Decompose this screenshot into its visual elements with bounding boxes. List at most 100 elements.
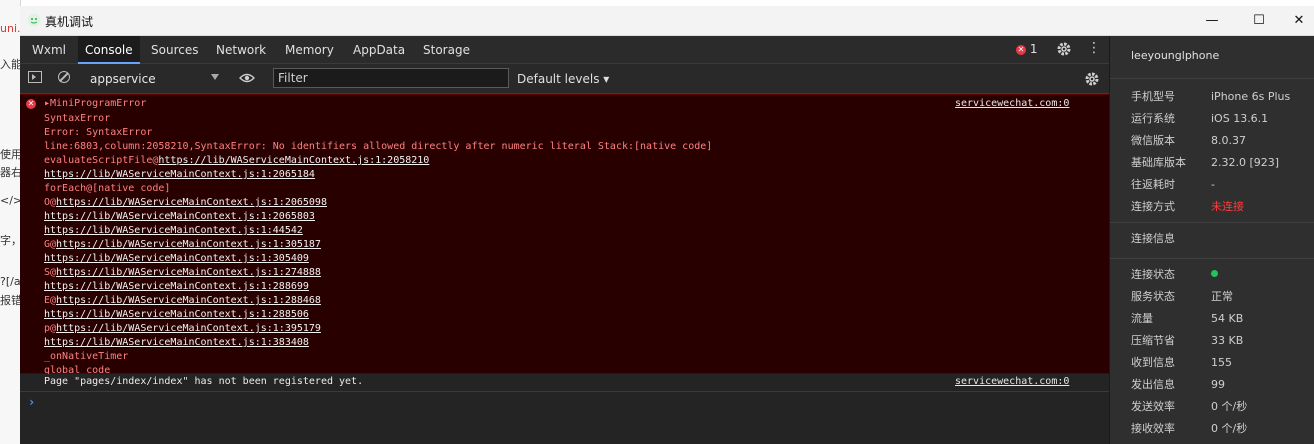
info-value: 未连接 xyxy=(1211,200,1244,213)
info-value: - xyxy=(1211,178,1215,191)
context-dropdown-caret-icon[interactable] xyxy=(211,74,219,80)
error-count-badge[interactable]: ✕ 1 xyxy=(1016,42,1037,56)
info-value: 155 xyxy=(1211,356,1232,369)
info-value: 33 KB xyxy=(1211,334,1244,347)
info-label: 发出信息 xyxy=(1131,378,1175,391)
info-row: 往返耗时 - xyxy=(1131,175,1215,195)
clear-console-icon[interactable] xyxy=(58,71,70,83)
remote-debug-window: 真机调试 — ☐ ✕ Wxml Console Sources Network … xyxy=(20,6,1314,444)
stack-trace-line: https://lib/WAServiceMainContext.js:1:28… xyxy=(44,308,712,322)
stack-frame-link[interactable]: https://lib/WAServiceMainContext.js:1:44… xyxy=(44,225,303,236)
stack-frame-text: E@ xyxy=(44,295,57,306)
info-label: 流量 xyxy=(1131,312,1153,325)
info-row: 连接状态 xyxy=(1131,265,1218,285)
settings-gear-icon[interactable] xyxy=(1056,41,1072,57)
background-text: ?[/a xyxy=(0,275,21,288)
divider xyxy=(1110,222,1314,223)
console-message-text: Page "pages/index/index" has not been re… xyxy=(44,376,364,387)
info-value: 正常 xyxy=(1211,290,1233,303)
close-button[interactable]: ✕ xyxy=(1284,10,1314,32)
tab-wxml[interactable]: Wxml xyxy=(25,36,73,64)
stack-frame-link[interactable]: https://lib/WAServiceMainContext.js:1:28… xyxy=(44,309,309,320)
stack-frame-text: line:6803,column:2058210,SyntaxError: No… xyxy=(44,141,713,152)
stack-frame-text: O@ xyxy=(44,197,57,208)
info-row: 接收效率 0 个/秒 xyxy=(1131,419,1247,439)
stack-trace-line: https://lib/WAServiceMainContext.js:1:20… xyxy=(44,210,712,224)
stack-trace-line: S@https://lib/WAServiceMainContext.js:1:… xyxy=(44,266,712,280)
device-info-panel: leeyounglphone 手机型号 iPhone 6s Plus 运行系统 iOS… xyxy=(1109,36,1314,444)
tab-network[interactable]: Network xyxy=(209,36,273,64)
info-label: 运行系统 xyxy=(1131,112,1175,125)
tab-appdata[interactable]: AppData xyxy=(346,36,412,64)
console-output: ✕ ▸MiniProgramError servicewechat.com:0 … xyxy=(20,94,1109,444)
stack-frame-text: S@ xyxy=(44,267,57,278)
log-levels-dropdown[interactable]: Default levels ▾ xyxy=(517,68,609,90)
stack-frame-text: evaluateScriptFile@ xyxy=(44,155,159,166)
stack-frame-link[interactable]: https://lib/WAServiceMainContext.js:1:28… xyxy=(56,295,321,306)
stack-trace-line: G@https://lib/WAServiceMainContext.js:1:… xyxy=(44,238,712,252)
stack-frame-link[interactable]: https://lib/WAServiceMainContext.js:1:39… xyxy=(56,323,321,334)
background-text: 使用 xyxy=(0,148,21,161)
info-value: 54 KB xyxy=(1211,312,1244,325)
info-value: iOS 13.6.1 xyxy=(1211,112,1269,125)
console-message-row: Page "pages/index/index" has not been re… xyxy=(20,374,1109,392)
info-label: 发送效率 xyxy=(1131,400,1175,413)
info-row: 手机型号 iPhone 6s Plus xyxy=(1131,87,1290,107)
background-page-strip: uni. 入能 使用 器右 </> 字， ?[/a 报错 xyxy=(0,0,21,444)
show-sidebar-icon[interactable] xyxy=(28,71,42,83)
more-options-icon[interactable]: ⋮ xyxy=(1087,40,1101,56)
tab-memory[interactable]: Memory xyxy=(278,36,341,64)
console-toolbar: appservice Default levels ▾ xyxy=(20,64,1109,94)
console-prompt[interactable]: › xyxy=(20,392,1109,444)
live-expression-eye-icon[interactable] xyxy=(239,73,255,83)
background-text: 入能 xyxy=(0,58,21,71)
stack-frame-text: _onNativeTimer xyxy=(44,351,129,362)
info-label: 往返耗时 xyxy=(1131,178,1175,191)
maximize-button[interactable]: ☐ xyxy=(1244,10,1274,32)
stack-trace-line: evaluateScriptFile@https://lib/WAService… xyxy=(44,154,712,168)
info-label: 基础库版本 xyxy=(1131,156,1186,169)
stack-frame-link[interactable]: https://lib/WAServiceMainContext.js:1:20… xyxy=(44,169,315,180)
connection-status-indicator xyxy=(1211,270,1218,277)
stack-frame-link[interactable]: https://lib/WAServiceMainContext.js:1:30… xyxy=(56,239,321,250)
console-settings-gear-icon[interactable] xyxy=(1084,71,1100,87)
filter-input[interactable] xyxy=(273,68,509,88)
info-row: 运行系统 iOS 13.6.1 xyxy=(1131,109,1268,129)
info-label: 微信版本 xyxy=(1131,134,1175,147)
stack-frame-link[interactable]: https://lib/WAServiceMainContext.js:1:28… xyxy=(44,281,309,292)
info-label: 收到信息 xyxy=(1131,356,1175,369)
error-title[interactable]: ▸MiniProgramError xyxy=(44,98,146,109)
stack-frame-link[interactable]: https://lib/WAServiceMainContext.js:1:20… xyxy=(44,211,315,222)
message-source-link[interactable]: servicewechat.com:0 xyxy=(955,376,1069,387)
stack-frame-text: forEach@[native code] xyxy=(44,183,171,194)
info-row: 连接方式 未连接 xyxy=(1131,197,1244,217)
stack-frame-link[interactable]: https://lib/WAServiceMainContext.js:1:20… xyxy=(56,197,327,208)
stack-frame-link[interactable]: https://lib/WAServiceMainContext.js:1:20… xyxy=(158,155,429,166)
stack-frame-link[interactable]: https://lib/WAServiceMainContext.js:1:38… xyxy=(44,337,309,348)
tab-sources[interactable]: Sources xyxy=(144,36,205,64)
tab-storage[interactable]: Storage xyxy=(416,36,477,64)
info-label: 连接状态 xyxy=(1131,268,1175,281)
info-row: 基础库版本 2.32.0 [923] xyxy=(1131,153,1279,173)
minimize-button[interactable]: — xyxy=(1197,10,1227,32)
stack-trace-line: https://lib/WAServiceMainContext.js:1:28… xyxy=(44,280,712,294)
info-value: 0 个/秒 xyxy=(1211,400,1248,413)
background-text: 报错 xyxy=(0,294,21,307)
stack-trace-line: https://lib/WAServiceMainContext.js:1:30… xyxy=(44,252,712,266)
tab-console[interactable]: Console xyxy=(78,36,140,64)
connection-info-title: 连接信息 xyxy=(1131,232,1175,245)
info-value: iPhone 6s Plus xyxy=(1211,90,1291,103)
stack-frame-link[interactable]: https://lib/WAServiceMainContext.js:1:27… xyxy=(56,267,321,278)
devtools-panel: Wxml Console Sources Network Memory AppD… xyxy=(20,36,1109,444)
stack-frame-link[interactable]: https://lib/WAServiceMainContext.js:1:30… xyxy=(44,253,309,264)
context-selector[interactable]: appservice xyxy=(84,69,224,89)
info-value: 99 xyxy=(1211,378,1225,391)
error-icon: ✕ xyxy=(26,99,36,109)
stack-trace-line: https://lib/WAServiceMainContext.js:1:44… xyxy=(44,224,712,238)
error-icon: ✕ xyxy=(1016,45,1026,55)
info-row: 微信版本 8.0.37 xyxy=(1131,131,1246,151)
info-value: 0 个/秒 xyxy=(1211,422,1248,435)
error-source-link[interactable]: servicewechat.com:0 xyxy=(955,98,1069,109)
stack-trace-line: forEach@[native code] xyxy=(44,182,712,196)
info-row: 发送效率 0 个/秒 xyxy=(1131,397,1247,417)
